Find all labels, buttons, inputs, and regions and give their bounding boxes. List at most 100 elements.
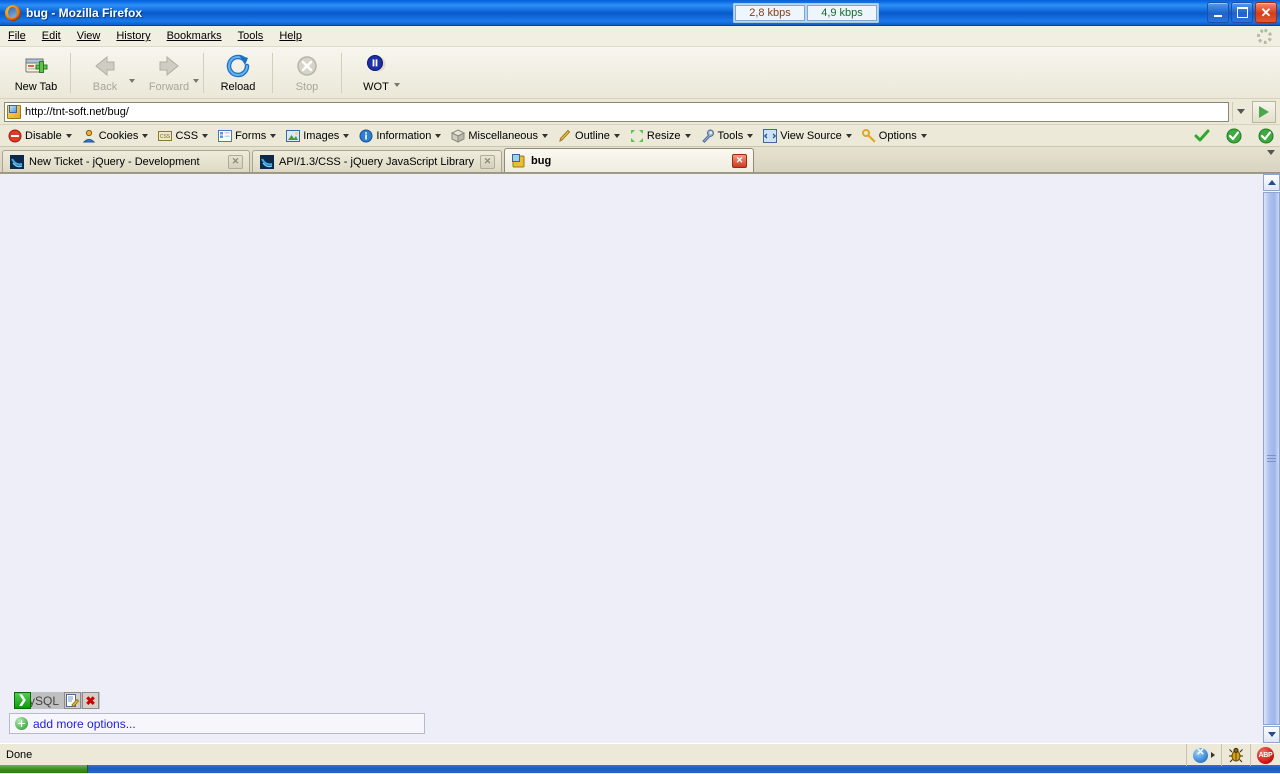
status-message: Done bbox=[0, 749, 32, 761]
chevron-down-icon bbox=[685, 134, 691, 138]
firebug-button[interactable] bbox=[1221, 744, 1250, 766]
tab-close-icon[interactable]: ✕ bbox=[732, 154, 747, 168]
tab-close-icon[interactable]: ✕ bbox=[228, 155, 243, 169]
validate-css-circle-icon[interactable] bbox=[1258, 128, 1274, 144]
scroll-up-button[interactable] bbox=[1263, 174, 1280, 191]
webdev-view-source[interactable]: View Source bbox=[758, 126, 857, 146]
webdev-css-label: CSS bbox=[175, 130, 198, 142]
stop-label: Stop bbox=[296, 81, 319, 93]
address-field[interactable]: http://tnt-soft.net/bug/ bbox=[4, 102, 1229, 122]
jquery-favicon-icon bbox=[260, 155, 274, 169]
forms-icon bbox=[218, 129, 232, 143]
webdev-images[interactable]: Images bbox=[281, 126, 354, 146]
forward-button[interactable]: Forward bbox=[137, 49, 201, 97]
location-bar: http://tnt-soft.net/bug/ bbox=[0, 99, 1280, 125]
menu-view[interactable]: View bbox=[69, 28, 109, 44]
scroll-down-button[interactable] bbox=[1263, 726, 1280, 743]
navigation-toolbar: New Tab Back Forward Reload Stop bbox=[0, 47, 1280, 99]
menu-bookmarks-label: Bookmarks bbox=[167, 30, 222, 42]
add-more-options-link[interactable]: add more options... bbox=[33, 717, 136, 731]
webdev-resize[interactable]: Resize bbox=[625, 126, 696, 146]
status-bar: Done ABP bbox=[0, 743, 1280, 765]
adblock-plus-button[interactable]: ABP bbox=[1250, 744, 1280, 766]
web-developer-toolbar: Disable Cookies CSS CSS Forms bbox=[0, 125, 1280, 147]
status-bar-icons: ABP bbox=[1186, 744, 1280, 766]
add-plus-icon bbox=[15, 717, 28, 730]
menu-tools-label: Tools bbox=[238, 30, 264, 42]
tab-bug[interactable]: bug ✕ bbox=[504, 148, 754, 172]
start-button[interactable] bbox=[0, 765, 88, 773]
reload-button[interactable]: Reload bbox=[206, 49, 270, 97]
edit-document-icon bbox=[66, 694, 79, 707]
webdev-css[interactable]: CSS CSS bbox=[153, 126, 213, 146]
close-button[interactable]: ✕ bbox=[1255, 2, 1277, 23]
back-dropdown-caret-icon[interactable] bbox=[129, 79, 135, 83]
webdev-cookies[interactable]: Cookies bbox=[77, 126, 154, 146]
tab-api-css[interactable]: API/1.3/CSS - jQuery JavaScript Library … bbox=[252, 150, 502, 172]
validate-check-icon[interactable] bbox=[1194, 128, 1210, 144]
scrollbar-thumb[interactable] bbox=[1263, 192, 1280, 725]
webdev-options[interactable]: Options bbox=[857, 126, 932, 146]
information-icon bbox=[359, 129, 373, 143]
menu-tools[interactable]: Tools bbox=[230, 28, 272, 44]
network-speed-indicator[interactable]: 2,8 kbps 4,9 kbps bbox=[733, 3, 879, 23]
sql-widget: ❯ ySQL ✖ bbox=[14, 692, 100, 709]
sync-status-button[interactable] bbox=[1186, 744, 1221, 766]
tab-close-icon[interactable]: ✕ bbox=[480, 155, 495, 169]
address-history-dropdown[interactable] bbox=[1232, 102, 1249, 122]
forward-dropdown-caret-icon[interactable] bbox=[193, 79, 199, 83]
page-content: ❯ ySQL ✖ add more options... 3 bbox=[0, 173, 1263, 743]
validate-html-circle-icon[interactable] bbox=[1226, 128, 1242, 144]
throbber-icon bbox=[1257, 29, 1272, 44]
jquery-favicon-icon bbox=[10, 155, 24, 169]
menu-file[interactable]: File bbox=[0, 28, 34, 44]
back-button[interactable]: Back bbox=[73, 49, 137, 97]
tab-new-ticket-label: New Ticket - jQuery - Development bbox=[29, 156, 200, 168]
webdev-miscellaneous[interactable]: Miscellaneous bbox=[446, 126, 553, 146]
tab-api-css-label: API/1.3/CSS - jQuery JavaScript Library bbox=[279, 156, 474, 168]
sql-delete-button[interactable]: ✖ bbox=[82, 692, 99, 709]
menu-help[interactable]: Help bbox=[271, 28, 310, 44]
stop-button[interactable]: Stop bbox=[275, 49, 339, 97]
webdev-outline[interactable]: Outline bbox=[553, 126, 625, 146]
add-more-options-box[interactable]: add more options... bbox=[9, 713, 425, 734]
new-tab-icon bbox=[23, 53, 49, 79]
webdev-tools[interactable]: Tools bbox=[696, 126, 759, 146]
toolbar-separator bbox=[341, 53, 342, 93]
window-title-bar: bug - Mozilla Firefox 2,8 kbps 4,9 kbps … bbox=[0, 0, 1280, 26]
forward-label: Forward bbox=[149, 81, 189, 93]
sync-status-icon bbox=[1193, 748, 1208, 763]
back-arrow-icon bbox=[92, 53, 118, 79]
restore-button[interactable] bbox=[1231, 2, 1253, 23]
vertical-scrollbar[interactable] bbox=[1263, 173, 1280, 743]
sql-edit-button[interactable] bbox=[64, 692, 81, 709]
webdev-disable[interactable]: Disable bbox=[3, 126, 77, 146]
webdev-resize-label: Resize bbox=[647, 130, 681, 142]
tab-list-dropdown[interactable] bbox=[1267, 155, 1275, 167]
firebug-icon bbox=[1228, 747, 1244, 763]
menu-bar: File Edit View History Bookmarks Tools H… bbox=[0, 26, 1280, 47]
tab-bar: New Ticket - jQuery - Development ✕ API/… bbox=[0, 147, 1280, 173]
go-button[interactable] bbox=[1252, 101, 1276, 123]
menu-bookmarks[interactable]: Bookmarks bbox=[159, 28, 230, 44]
download-speed: 2,8 kbps bbox=[735, 5, 805, 21]
minimize-button[interactable] bbox=[1207, 2, 1229, 23]
back-label: Back bbox=[93, 81, 117, 93]
wot-button[interactable]: WOT bbox=[344, 49, 408, 97]
chevron-down-icon bbox=[270, 134, 276, 138]
run-query-icon[interactable]: ❯ bbox=[14, 692, 31, 709]
webdev-miscellaneous-label: Miscellaneous bbox=[468, 130, 538, 142]
menu-history[interactable]: History bbox=[108, 28, 158, 44]
taskbar-area[interactable] bbox=[88, 765, 1280, 773]
window-title-page: bug bbox=[26, 6, 48, 20]
chevron-down-icon bbox=[343, 134, 349, 138]
tab-new-ticket[interactable]: New Ticket - jQuery - Development ✕ bbox=[2, 150, 250, 172]
webdev-information[interactable]: Information bbox=[354, 126, 446, 146]
wot-dropdown-caret-icon[interactable] bbox=[394, 83, 400, 87]
menu-edit[interactable]: Edit bbox=[34, 28, 69, 44]
webdev-forms[interactable]: Forms bbox=[213, 126, 281, 146]
scrollbar-track[interactable] bbox=[1263, 191, 1280, 726]
adblock-plus-icon: ABP bbox=[1257, 747, 1274, 764]
close-icon: ✕ bbox=[1261, 6, 1272, 19]
new-tab-button[interactable]: New Tab bbox=[4, 49, 68, 97]
